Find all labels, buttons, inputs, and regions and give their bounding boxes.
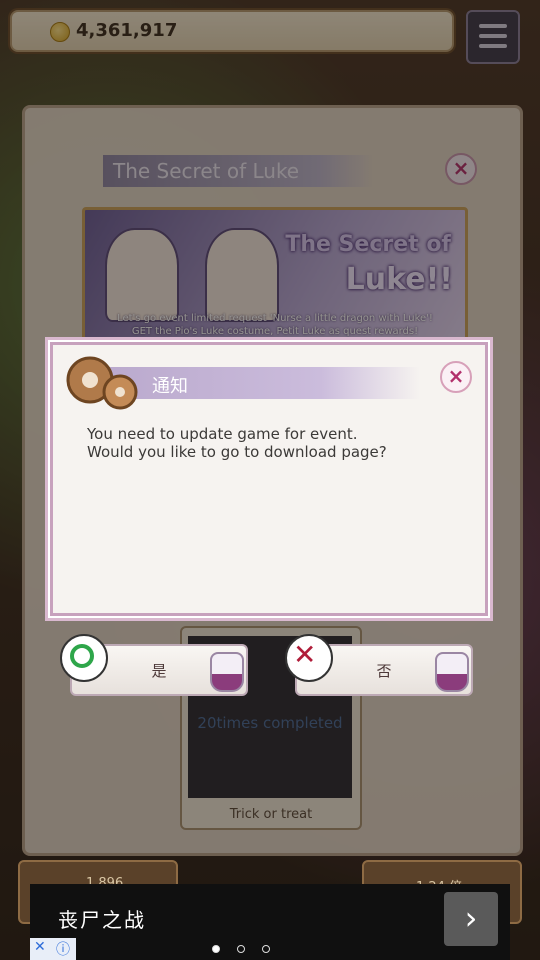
ad-choices[interactable]: ✕ ⓘ xyxy=(30,938,76,960)
pagination-dot-2 xyxy=(237,945,246,953)
ad-banner[interactable]: 丧尸之战 › xyxy=(30,884,510,960)
ad-pagination xyxy=(206,938,276,957)
gears-icon xyxy=(66,356,138,410)
close-icon[interactable]: ✕ xyxy=(34,939,46,955)
info-icon[interactable]: ⓘ xyxy=(56,939,70,959)
notice-dialog-close-button[interactable]: × xyxy=(440,361,472,393)
potion-icon xyxy=(435,652,469,692)
no-button[interactable]: ✕ 否 xyxy=(285,634,473,696)
ad-arrow-button[interactable]: › xyxy=(444,892,498,946)
yes-button[interactable]: 是 xyxy=(60,634,248,696)
pagination-dot-3 xyxy=(262,945,271,953)
pagination-dot-1 xyxy=(212,945,220,953)
notice-dialog-message: You need to update game for event. Would… xyxy=(87,425,387,461)
notice-dialog-title: 通知 xyxy=(152,376,188,397)
potion-icon xyxy=(210,652,244,692)
ad-text: 丧尸之战 xyxy=(58,908,146,932)
